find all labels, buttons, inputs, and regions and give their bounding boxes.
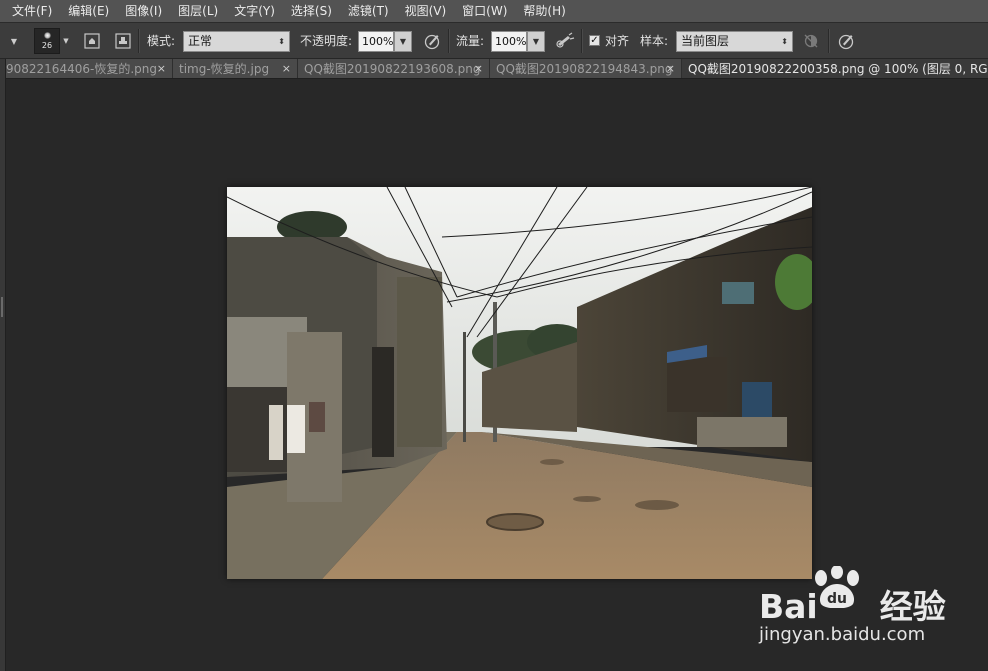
blend-mode-select[interactable]: 正常 ⬍: [183, 31, 290, 52]
sample-layer-value: 当前图层: [681, 34, 730, 48]
ignore-adjustment-layers-button[interactable]: [800, 30, 822, 52]
document-canvas[interactable]: [227, 187, 812, 579]
document-tab[interactable]: 90822164406-恢复的.png ×: [6, 59, 173, 78]
watermark-url: jingyan.baidu.com: [759, 624, 926, 645]
options-bar: ▼ 26 ▼ 模式: 正常 ⬍ 不透明度: 100% ▼ 流量: 100% ▼ …: [0, 22, 988, 59]
menu-edit[interactable]: 编辑(E): [60, 0, 117, 22]
menu-bar: 文件(F) 编辑(E) 图像(I) 图层(L) 文字(Y) 选择(S) 滤镜(T…: [0, 0, 988, 22]
flow-slider-button[interactable]: ▼: [527, 31, 545, 52]
baidu-jingyan-watermark: du Bai 经验 jingyan.baidu.com: [755, 566, 955, 651]
street-photo: [227, 187, 812, 579]
clone-stamp-panel-icon: [84, 33, 100, 49]
close-icon[interactable]: ×: [282, 59, 291, 78]
menu-image[interactable]: 图像(I): [117, 0, 170, 22]
document-tab-label: QQ截图20190822193608.png: [304, 62, 481, 76]
document-tab-label: QQ截图20190822200358.png @ 100% (图层 0, RGB…: [688, 62, 988, 76]
chevron-down-icon: ▼: [63, 37, 69, 45]
airbrush-button[interactable]: [554, 30, 576, 52]
tool-preset-dropdown[interactable]: ▼: [2, 30, 26, 52]
document-tab[interactable]: QQ截图20190822193608.png ×: [298, 59, 490, 78]
document-tab[interactable]: timg-恢复的.jpg ×: [173, 59, 298, 78]
menu-filter[interactable]: 滤镜(T): [340, 0, 397, 22]
pressure-opacity-button[interactable]: [421, 30, 443, 52]
separator: [581, 29, 583, 53]
sample-layer-select[interactable]: 当前图层 ⬍: [676, 31, 793, 52]
chevron-down-icon: ▼: [532, 37, 540, 46]
menu-type[interactable]: 文字(Y): [226, 0, 283, 22]
brush-panel-button[interactable]: [112, 30, 134, 52]
document-tab-label: QQ截图20190822194843.png: [496, 62, 673, 76]
opacity-label: 不透明度:: [300, 34, 353, 48]
stamp-icon: [115, 33, 131, 49]
watermark-brand: Bai 经验: [759, 580, 946, 628]
chevron-down-icon: ▼: [10, 36, 18, 46]
airbrush-icon: [556, 32, 575, 48]
watermark-brand-right: 经验: [879, 587, 946, 626]
menu-view[interactable]: 视图(V): [397, 0, 455, 22]
opacity-input[interactable]: 100%: [358, 31, 394, 52]
brush-preset-picker[interactable]: 26: [34, 28, 60, 54]
updown-arrow-icon: ⬍: [781, 37, 788, 46]
separator: [828, 29, 830, 53]
separator: [138, 29, 140, 53]
close-icon[interactable]: ×: [157, 59, 166, 78]
menu-help[interactable]: 帮助(H): [515, 0, 573, 22]
ignore-adjustment-icon: [804, 34, 818, 48]
close-icon[interactable]: ×: [474, 59, 483, 78]
checkmark-icon: ✓: [590, 35, 599, 46]
brush-tip-icon: [44, 32, 51, 39]
updown-arrow-icon: ⬍: [278, 37, 285, 46]
mode-label: 模式:: [147, 34, 176, 48]
opacity-slider-button[interactable]: ▼: [394, 31, 412, 52]
pen-pressure-icon: [424, 34, 440, 50]
document-tab-label: 90822164406-恢复的.png: [6, 62, 157, 76]
watermark-brand-left: Bai: [759, 587, 818, 626]
pen-pressure-size-icon: [838, 34, 854, 50]
document-tab[interactable]: QQ截图20190822194843.png ×: [490, 59, 682, 78]
brush-size-value: 26: [41, 41, 53, 50]
aligned-checkbox[interactable]: ✓: [589, 35, 600, 46]
menu-layer[interactable]: 图层(L): [170, 0, 226, 22]
pressure-size-button[interactable]: [835, 30, 857, 52]
chevron-down-icon: ▼: [399, 37, 407, 46]
brush-preset-arrow[interactable]: ▼: [60, 30, 72, 52]
menu-file[interactable]: 文件(F): [0, 0, 60, 22]
blend-mode-value: 正常: [188, 34, 213, 48]
sample-label: 样本:: [640, 34, 669, 48]
document-tab-label: timg-恢复的.jpg: [179, 62, 270, 76]
document-tab-active[interactable]: QQ截图20190822200358.png @ 100% (图层 0, RGB…: [682, 59, 988, 78]
menu-select[interactable]: 选择(S): [283, 0, 340, 22]
close-icon[interactable]: ×: [666, 59, 675, 78]
tools-panel-edge[interactable]: [0, 59, 6, 671]
aligned-label: 对齐: [605, 34, 630, 48]
separator: [448, 29, 450, 53]
flow-label: 流量:: [456, 34, 485, 48]
flow-input[interactable]: 100%: [491, 31, 527, 52]
panel-grip-icon[interactable]: [1, 297, 3, 317]
menu-window[interactable]: 窗口(W): [454, 0, 515, 22]
document-tab-bar: 90822164406-恢复的.png × timg-恢复的.jpg × QQ截…: [6, 59, 988, 79]
clone-source-panel-button[interactable]: [81, 30, 103, 52]
